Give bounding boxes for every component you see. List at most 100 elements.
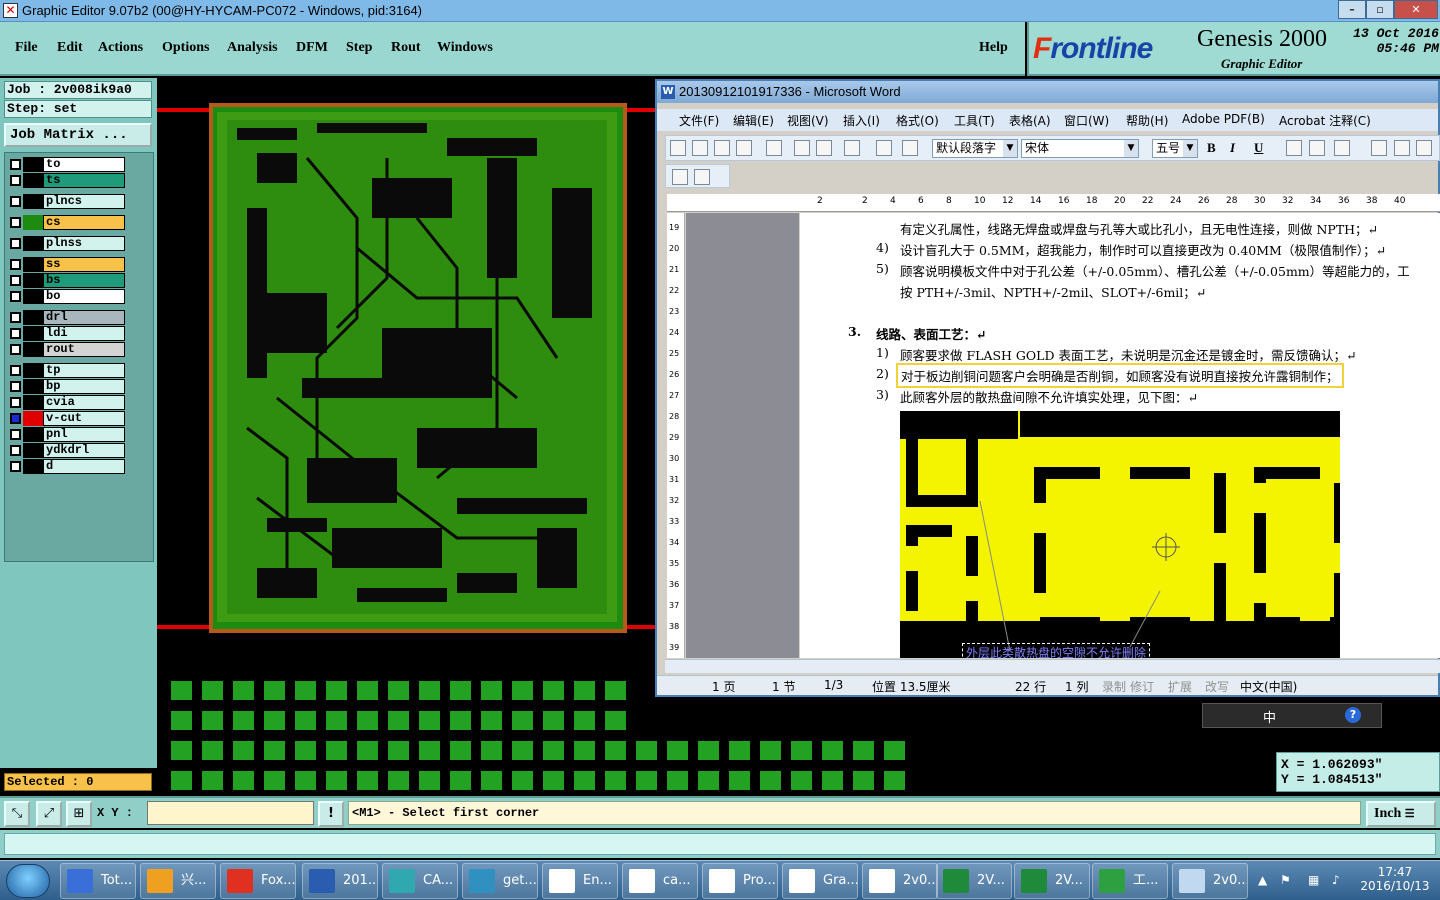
layer-name[interactable]: bp	[43, 379, 125, 394]
toolbar-icon[interactable]	[844, 140, 860, 156]
taskbar-button[interactable]: 2V...	[936, 863, 1012, 899]
layer-checkbox[interactable]	[10, 365, 21, 376]
taskbar-button[interactable]: Pro...	[702, 863, 778, 899]
taskbar-button[interactable]: Gra...	[782, 863, 858, 899]
zoom-area-icon[interactable]: ⤢	[36, 801, 62, 827]
layer-checkbox[interactable]	[10, 275, 21, 286]
layer-name[interactable]: bs	[43, 273, 125, 288]
taskbar-button[interactable]: Tot...	[60, 863, 136, 899]
menu-file[interactable]: File	[15, 40, 38, 56]
layer-checkbox[interactable]	[10, 175, 21, 186]
layer-name[interactable]: tp	[43, 363, 125, 378]
toolbar-icon[interactable]	[902, 140, 918, 156]
layer-name[interactable]: v-cut	[43, 411, 125, 426]
layer-checkbox[interactable]	[10, 217, 21, 228]
volume-icon[interactable]: ♪	[1332, 873, 1340, 887]
font-dropdown[interactable]: 宋体 ▼	[1021, 139, 1139, 158]
layer-checkbox[interactable]	[10, 381, 21, 392]
layer-name[interactable]: rout	[43, 342, 125, 357]
network-icon[interactable]: ▦	[1308, 873, 1319, 887]
word-menu-item[interactable]: 表格(A)	[1009, 112, 1051, 129]
toolbar-icon[interactable]	[876, 140, 892, 156]
word-menu-item[interactable]: 工具(T)	[954, 112, 995, 129]
toolbar-icon[interactable]	[736, 140, 752, 156]
taskbar-button[interactable]: En...	[542, 863, 618, 899]
document-page[interactable]: 有定义孔属性，线路无焊盘或焊盘与孔等大或比孔小，且无电性连接，则做 NPTH；↵…	[800, 213, 1440, 658]
toolbar-icon[interactable]	[794, 140, 810, 156]
layer-checkbox[interactable]	[10, 413, 21, 424]
word-menu-item[interactable]: 格式(O)	[896, 112, 939, 129]
taskbar-button[interactable]: 工...	[1092, 863, 1168, 899]
toolbar-icon[interactable]	[1309, 140, 1325, 156]
layer-name[interactable]: cs	[43, 215, 125, 230]
close-button[interactable]: ✕	[1394, 0, 1438, 19]
layer-checkbox[interactable]	[10, 312, 21, 323]
status-field[interactable]: 改写	[1205, 678, 1229, 695]
layer-row-ydkdrl[interactable]: ydkdrl	[7, 443, 127, 458]
layer-name[interactable]: drl	[43, 310, 125, 325]
xy-input[interactable]	[147, 801, 314, 825]
units-selector[interactable]: Inch ☰	[1366, 801, 1436, 827]
word-menu-item[interactable]: 插入(I)	[843, 112, 880, 129]
layer-row-bo[interactable]: bo	[7, 289, 127, 304]
maximize-button[interactable]: ▫	[1366, 0, 1394, 19]
layer-name[interactable]: pnl	[43, 427, 125, 442]
taskbar-button[interactable]: Fox...	[220, 863, 296, 899]
layer-row-ldi[interactable]: ldi	[7, 326, 127, 341]
size-dropdown[interactable]: 五号 ▼	[1152, 139, 1198, 158]
menu-help[interactable]: Help	[979, 40, 1008, 56]
menu-options[interactable]: Options	[162, 40, 209, 56]
menu-windows[interactable]: Windows	[437, 40, 493, 56]
layer-checkbox[interactable]	[10, 238, 21, 249]
toolbar-icon[interactable]	[1371, 140, 1387, 156]
menu-rout[interactable]: Rout	[391, 40, 421, 56]
layer-checkbox[interactable]	[10, 259, 21, 270]
bold-button[interactable]: B	[1207, 140, 1216, 156]
toolbar-icon[interactable]	[1394, 140, 1410, 156]
menu-step[interactable]: Step	[346, 40, 372, 56]
taskbar-button[interactable]: 2v0...	[862, 863, 938, 899]
menu-analysis[interactable]: Analysis	[227, 40, 278, 56]
toolbar-icon[interactable]	[692, 140, 708, 156]
taskbar-button[interactable]: 2v0...	[1172, 863, 1248, 899]
taskbar-button[interactable]: ca...	[622, 863, 698, 899]
status-field[interactable]: 录制	[1102, 678, 1126, 695]
menu-dfm[interactable]: DFM	[296, 40, 328, 56]
layer-checkbox[interactable]	[10, 461, 21, 472]
word-menu-item[interactable]: 视图(V)	[787, 112, 829, 129]
layer-checkbox[interactable]	[10, 445, 21, 456]
layer-name[interactable]: to	[43, 157, 125, 172]
word-menu-item[interactable]: 文件(F)	[679, 112, 719, 129]
layer-name[interactable]: d	[43, 459, 125, 474]
word-menu-item[interactable]: 窗口(W)	[1064, 112, 1109, 129]
style-dropdown[interactable]: 默认段落字 ▼	[932, 139, 1018, 158]
clock[interactable]: 17:47 2016/10/13	[1355, 865, 1435, 893]
italic-button[interactable]: I	[1230, 140, 1235, 156]
layer-row-tp[interactable]: tp	[7, 363, 127, 378]
show-hidden-icon[interactable]: ▲	[1258, 873, 1267, 887]
word-menu-item[interactable]: 帮助(H)	[1126, 112, 1168, 129]
toolbar-icon[interactable]	[1334, 140, 1350, 156]
ime-mode[interactable]: 中	[1263, 707, 1276, 726]
menu-actions[interactable]: Actions	[98, 40, 143, 56]
layer-name[interactable]: ts	[43, 173, 125, 188]
flag-icon[interactable]: ⚑	[1280, 873, 1291, 887]
layer-row-cs[interactable]: cs	[7, 215, 127, 230]
help-icon[interactable]: ?	[1345, 707, 1361, 723]
job-matrix-button[interactable]: Job Matrix ...	[4, 123, 152, 147]
layer-row-d[interactable]: d	[7, 459, 127, 474]
word-menu-item[interactable]: Adobe PDF(B)	[1182, 112, 1265, 126]
layer-row-bp[interactable]: bp	[7, 379, 127, 394]
taskbar-button[interactable]: 201...	[302, 863, 378, 899]
layer-row-ts[interactable]: ts	[7, 173, 127, 188]
layer-row-to[interactable]: to	[7, 157, 127, 172]
ime-toolbar[interactable]: 中 ?	[1202, 703, 1382, 728]
grid-icon[interactable]: ⊞	[66, 801, 92, 827]
layer-checkbox[interactable]	[10, 328, 21, 339]
taskbar-button[interactable]: 兴...	[140, 863, 216, 899]
layer-name[interactable]: plncs	[43, 194, 125, 209]
layer-row-plnss[interactable]: plnss	[7, 236, 127, 251]
pdf-email-icon[interactable]	[694, 169, 710, 185]
layer-row-rout[interactable]: rout	[7, 342, 127, 357]
layer-checkbox[interactable]	[10, 344, 21, 355]
